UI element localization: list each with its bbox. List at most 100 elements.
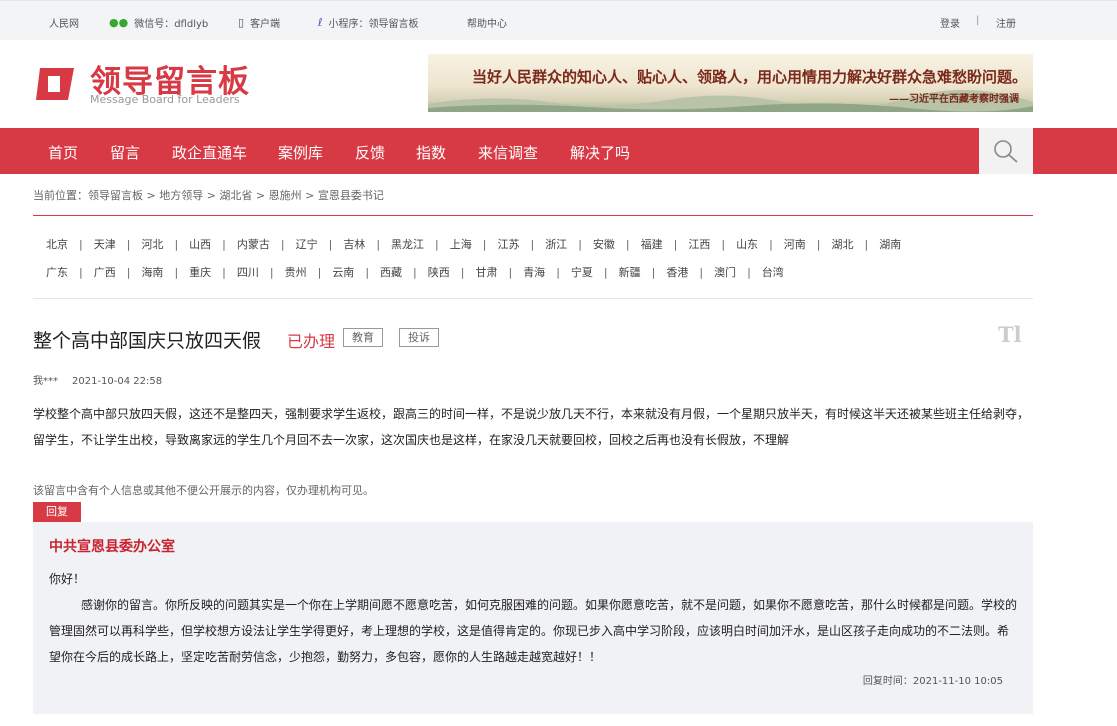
register-link[interactable]: 注册 bbox=[996, 15, 1016, 30]
province-separator: | bbox=[328, 238, 333, 251]
province-separator: | bbox=[460, 266, 465, 279]
province-link[interactable]: 北京 bbox=[46, 236, 68, 252]
province-link[interactable]: 辽宁 bbox=[296, 236, 318, 252]
province-link[interactable]: 山东 bbox=[736, 236, 758, 252]
province-link[interactable]: 澳门 bbox=[714, 264, 736, 280]
province-link[interactable]: 四川 bbox=[237, 264, 259, 280]
province-link[interactable]: 湖北 bbox=[832, 236, 854, 252]
logo-icon[interactable] bbox=[34, 60, 80, 106]
province-link[interactable]: 安徽 bbox=[593, 236, 615, 252]
tag-complaint[interactable]: 投诉 bbox=[399, 328, 439, 347]
province-link[interactable]: 河北 bbox=[141, 236, 163, 252]
nav-item-gov-enterprise[interactable]: 政企直通车 bbox=[172, 142, 247, 163]
province-link[interactable]: 湖南 bbox=[879, 236, 901, 252]
nav-item-messages[interactable]: 留言 bbox=[110, 142, 140, 163]
divider bbox=[33, 215, 1033, 216]
client-link[interactable]: ▯ 客户端 bbox=[238, 15, 280, 30]
tag-education[interactable]: 教育 bbox=[343, 328, 383, 347]
province-link[interactable]: 台湾 bbox=[762, 264, 784, 280]
province-link[interactable]: 浙江 bbox=[545, 236, 567, 252]
province-link[interactable]: 河南 bbox=[784, 236, 806, 252]
province-link[interactable]: 香港 bbox=[666, 264, 688, 280]
province-separator: | bbox=[603, 266, 608, 279]
reply-panel: 中共宣恩县委办公室 你好！ 感谢你的留言。你所反映的问题其实是一个你在上学期间愿… bbox=[33, 522, 1033, 714]
nav-item-cases[interactable]: 案例库 bbox=[278, 142, 323, 163]
font-size-toggle[interactable]: Tl bbox=[998, 322, 1022, 347]
divider bbox=[33, 298, 1033, 299]
province-link[interactable]: 江西 bbox=[688, 236, 710, 252]
province-separator: | bbox=[222, 266, 226, 279]
reply-label: 回复 bbox=[33, 502, 81, 522]
nav-item-survey[interactable]: 来信调查 bbox=[478, 142, 538, 163]
province-separator: | bbox=[376, 238, 381, 251]
message-content: 学校整个高中部只放四天假，这还不是整四天，强制要求学生返校，跟高三的时间一样，不… bbox=[33, 407, 1030, 447]
status-badge: 已办理 bbox=[287, 332, 336, 351]
province-separator: | bbox=[126, 238, 131, 251]
province-separator: | bbox=[578, 238, 582, 251]
province-link[interactable]: 上海 bbox=[450, 236, 472, 252]
province-separator: | bbox=[482, 238, 487, 251]
help-link[interactable]: 帮助中心 bbox=[467, 15, 507, 30]
province-separator: | bbox=[769, 238, 773, 251]
province-link[interactable]: 广西 bbox=[94, 264, 116, 280]
province-separator: | bbox=[747, 266, 751, 279]
province-link[interactable]: 宁夏 bbox=[571, 264, 593, 280]
wechat-icon: ●● bbox=[109, 16, 129, 29]
province-separator: | bbox=[79, 266, 83, 279]
province-separator: | bbox=[317, 266, 322, 279]
search-button[interactable] bbox=[979, 128, 1033, 174]
people-link-label: 人民网 bbox=[49, 19, 79, 30]
province-separator: | bbox=[365, 266, 370, 279]
miniprogram-icon: ℓ bbox=[318, 16, 323, 29]
province-link[interactable]: 山西 bbox=[189, 236, 211, 252]
login-link[interactable]: 登录 bbox=[940, 15, 960, 30]
help-label: 帮助中心 bbox=[467, 19, 507, 30]
province-link[interactable]: 云南 bbox=[332, 264, 354, 280]
province-link[interactable]: 黑龙江 bbox=[391, 236, 424, 252]
province-list-row-1: 北京 | 天津 | 河北 | 山西 | 内蒙古 | 辽宁 | 吉林 | 黑龙江 | 上海 | 江苏 | 浙江 | 安徽 | 福建… bbox=[46, 236, 1026, 252]
people-link[interactable]: 人民网 bbox=[49, 15, 79, 30]
province-separator: | bbox=[413, 266, 417, 279]
province-separator: | bbox=[126, 266, 131, 279]
province-separator: | bbox=[721, 238, 726, 251]
province-link[interactable]: 重庆 bbox=[189, 264, 211, 280]
province-separator: | bbox=[280, 238, 285, 251]
banner-slogan: 当好人民群众的知心人、贴心人、领路人，用心用情用力解决好群众急难愁盼问题。 bbox=[471, 68, 1027, 86]
province-separator: | bbox=[174, 238, 179, 251]
province-link[interactable]: 青海 bbox=[523, 264, 545, 280]
province-link[interactable]: 海南 bbox=[141, 264, 163, 280]
breadcrumb[interactable]: 当前位置：领导留言板 > 地方领导 > 湖北省 > 恩施州 > 宣恩县委书记 bbox=[33, 187, 384, 203]
province-link[interactable]: 天津 bbox=[94, 236, 116, 252]
top-utility-bar: 人民网 ●● 微信号：dfldlyb ▯ 客户端 ℓ 小程序：领导留言板 帮助中… bbox=[0, 0, 1117, 40]
main-nav: 首页 留言 政企直通车 案例库 反馈 指数 来信调查 解决了吗 bbox=[0, 128, 1117, 174]
reply-org: 中共宣恩县委办公室 bbox=[49, 539, 175, 555]
province-link[interactable]: 内蒙古 bbox=[237, 236, 270, 252]
province-link[interactable]: 福建 bbox=[641, 236, 663, 252]
province-link[interactable]: 西藏 bbox=[380, 264, 402, 280]
province-list-row-2: 广东 | 广西 | 海南 | 重庆 | 四川 | 贵州 | 云南 | 西藏 | 陕西 | 甘肃 | 青海 | 宁夏 | 新疆 | 香… bbox=[46, 264, 1026, 280]
miniprogram-link[interactable]: ℓ 小程序：领导留言板 bbox=[318, 15, 419, 30]
province-link[interactable]: 陕西 bbox=[428, 264, 450, 280]
client-label: 客户端 bbox=[250, 19, 281, 30]
province-link[interactable]: 广东 bbox=[46, 264, 68, 280]
nav-item-feedback[interactable]: 反馈 bbox=[355, 142, 385, 163]
login-register-separator: | bbox=[976, 15, 980, 26]
login-label: 登录 bbox=[940, 19, 960, 30]
province-separator: | bbox=[508, 266, 513, 279]
province-separator: | bbox=[816, 238, 821, 251]
wechat-link[interactable]: ●● 微信号：dfldlyb bbox=[109, 15, 208, 30]
province-link[interactable]: 贵州 bbox=[285, 264, 307, 280]
slogan-banner: 当好人民群众的知心人、贴心人、领路人，用心用情用力解决好群众急难愁盼问题。 ——… bbox=[428, 54, 1033, 112]
province-separator: | bbox=[673, 238, 678, 251]
nav-item-home[interactable]: 首页 bbox=[48, 142, 78, 163]
nav-item-index[interactable]: 指数 bbox=[416, 142, 446, 163]
province-link[interactable]: 新疆 bbox=[619, 264, 641, 280]
province-link[interactable]: 吉林 bbox=[343, 236, 365, 252]
province-separator: | bbox=[864, 238, 869, 251]
logo-subtitle: Message Board for Leaders bbox=[90, 93, 240, 106]
message-title: 整个高中部国庆只放四天假 bbox=[33, 330, 262, 352]
nav-item-resolved[interactable]: 解决了吗 bbox=[570, 142, 630, 163]
search-icon bbox=[994, 140, 1018, 163]
province-link[interactable]: 甘肃 bbox=[475, 264, 497, 280]
province-link[interactable]: 江苏 bbox=[497, 236, 519, 252]
